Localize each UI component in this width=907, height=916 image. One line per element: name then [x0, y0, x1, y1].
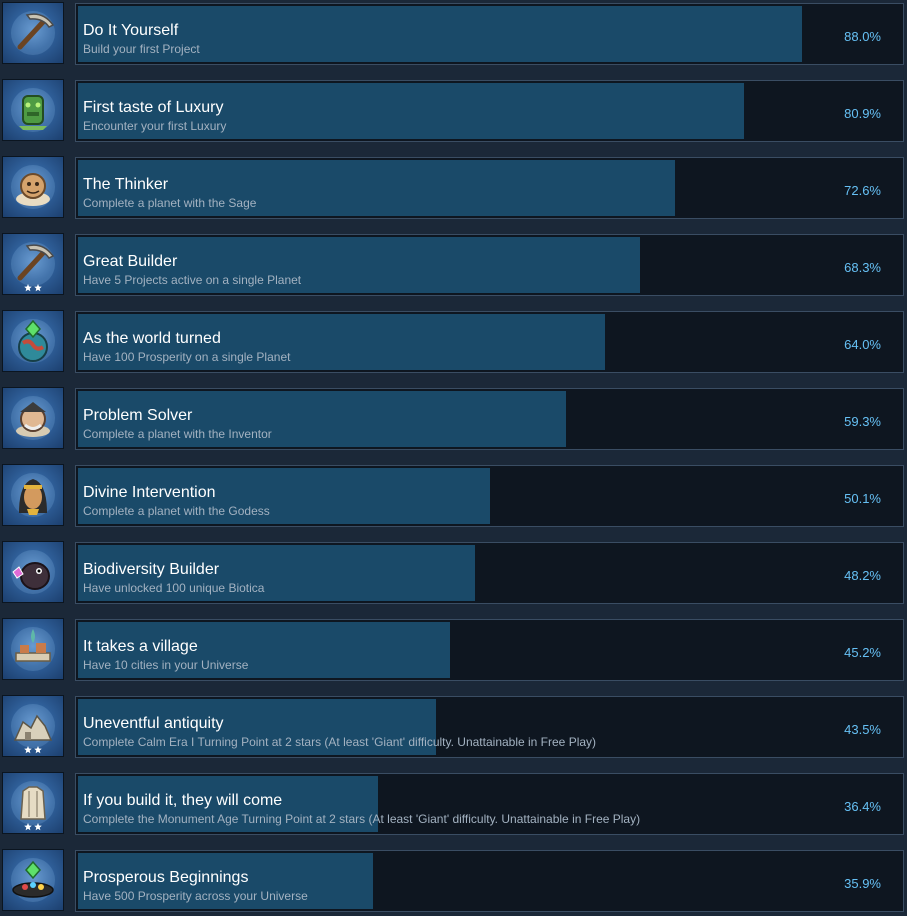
achievement-row[interactable]: First taste of Luxury Encounter your firs…	[0, 77, 907, 143]
unlock-percentage: 35.9%	[844, 876, 881, 891]
monument-icon	[2, 772, 64, 834]
unlock-percentage: 36.4%	[844, 799, 881, 814]
achievement-description: Complete Calm Era I Turning Point at 2 s…	[83, 735, 597, 749]
achievement-progress-bar: Biodiversity Builder Have unlocked 100 un…	[75, 542, 904, 604]
ruins-icon	[2, 695, 64, 757]
unlock-percentage: 43.5%	[844, 722, 881, 737]
pickaxe-icon	[2, 233, 64, 295]
achievement-row[interactable]: Do It Yourself Build your first Project 88…	[0, 0, 907, 66]
pickaxe-icon	[2, 2, 64, 64]
achievement-progress-bar: Divine Intervention Complete a planet wit…	[75, 465, 904, 527]
achievement-title: First taste of Luxury	[83, 99, 224, 116]
achievement-description: Have unlocked 100 unique Biotica	[83, 581, 265, 595]
goddess-icon	[2, 464, 64, 526]
creature-icon	[2, 541, 64, 603]
achievement-description: Complete a planet with the Sage	[83, 196, 257, 210]
achievement-title: Divine Intervention	[83, 484, 216, 501]
achievement-progress-bar: Do It Yourself Build your first Project 88…	[75, 3, 904, 65]
achievement-progress-bar: Uneventful antiquity Complete Calm Era I …	[75, 696, 904, 758]
green-idol-icon	[2, 79, 64, 141]
achievement-description: Encounter your first Luxury	[83, 119, 227, 133]
achievement-description: Complete a planet with the Inventor	[83, 427, 272, 441]
achievement-row[interactable]: If you build it, they will come Complete …	[0, 770, 907, 836]
achievement-progress-bar: The Thinker Complete a planet with the Sa…	[75, 157, 904, 219]
achievement-description: Complete a planet with the Godess	[83, 504, 270, 518]
achievement-description: Have 500 Prosperity across your Universe	[83, 889, 308, 903]
unlock-percentage: 88.0%	[844, 29, 881, 44]
achievement-row[interactable]: It takes a village Have 10 cities in your…	[0, 616, 907, 682]
sage-icon	[2, 156, 64, 218]
village-icon	[2, 618, 64, 680]
unlock-percentage: 45.2%	[844, 645, 881, 660]
achievement-title: Uneventful antiquity	[83, 715, 224, 732]
achievement-title: Biodiversity Builder	[83, 561, 220, 578]
achievement-row[interactable]: Prosperous Beginnings Have 500 Prosperity…	[0, 847, 907, 913]
achievement-row[interactable]: Biodiversity Builder Have unlocked 100 un…	[0, 539, 907, 605]
achievement-row[interactable]: The Thinker Complete a planet with the Sa…	[0, 154, 907, 220]
achievement-description: Build your first Project	[83, 42, 200, 56]
achievement-progress-bar: Problem Solver Complete a planet with the…	[75, 388, 904, 450]
unlock-percentage: 64.0%	[844, 337, 881, 352]
achievement-title: As the world turned	[83, 330, 221, 347]
achievement-row[interactable]: Problem Solver Complete a planet with the…	[0, 385, 907, 451]
achievement-title: Great Builder	[83, 253, 178, 270]
achievement-progress-bar: It takes a village Have 10 cities in your…	[75, 619, 904, 681]
achievement-description: Have 10 cities in your Universe	[83, 658, 249, 672]
achievement-progress-bar: As the world turned Have 100 Prosperity o…	[75, 311, 904, 373]
achievement-description: Have 100 Prosperity on a single Planet	[83, 350, 291, 364]
achievement-description: Complete the Monument Age Turning Point …	[83, 812, 641, 826]
achievement-progress-bar: If you build it, they will come Complete …	[75, 773, 904, 835]
gem-platter-icon	[2, 849, 64, 911]
unlock-percentage: 50.1%	[844, 491, 881, 506]
inventor-icon	[2, 387, 64, 449]
unlock-percentage: 72.6%	[844, 183, 881, 198]
achievement-row[interactable]: Uneventful antiquity Complete Calm Era I …	[0, 693, 907, 759]
unlock-percentage: 80.9%	[844, 106, 881, 121]
achievement-title: The Thinker	[83, 176, 169, 193]
achievement-title: Do It Yourself	[83, 22, 179, 39]
unlock-percentage: 68.3%	[844, 260, 881, 275]
planet-gem-icon	[2, 310, 64, 372]
achievement-description: Have 5 Projects active on a single Plane…	[83, 273, 302, 287]
achievement-row[interactable]: As the world turned Have 100 Prosperity o…	[0, 308, 907, 374]
achievement-title: It takes a village	[83, 638, 198, 655]
achievement-list: Do It Yourself Build your first Project 88…	[0, 0, 907, 916]
unlock-percentage: 59.3%	[844, 414, 881, 429]
achievement-progress-bar: Prosperous Beginnings Have 500 Prosperity…	[75, 850, 904, 912]
achievement-row[interactable]: Divine Intervention Complete a planet wit…	[0, 462, 907, 528]
achievement-title: If you build it, they will come	[83, 792, 283, 809]
achievement-progress-bar: Great Builder Have 5 Projects active on a…	[75, 234, 904, 296]
unlock-percentage: 48.2%	[844, 568, 881, 583]
achievement-title: Problem Solver	[83, 407, 193, 424]
achievement-row[interactable]: Great Builder Have 5 Projects active on a…	[0, 231, 907, 297]
achievement-progress-bar: First taste of Luxury Encounter your firs…	[75, 80, 904, 142]
achievement-title: Prosperous Beginnings	[83, 869, 249, 886]
